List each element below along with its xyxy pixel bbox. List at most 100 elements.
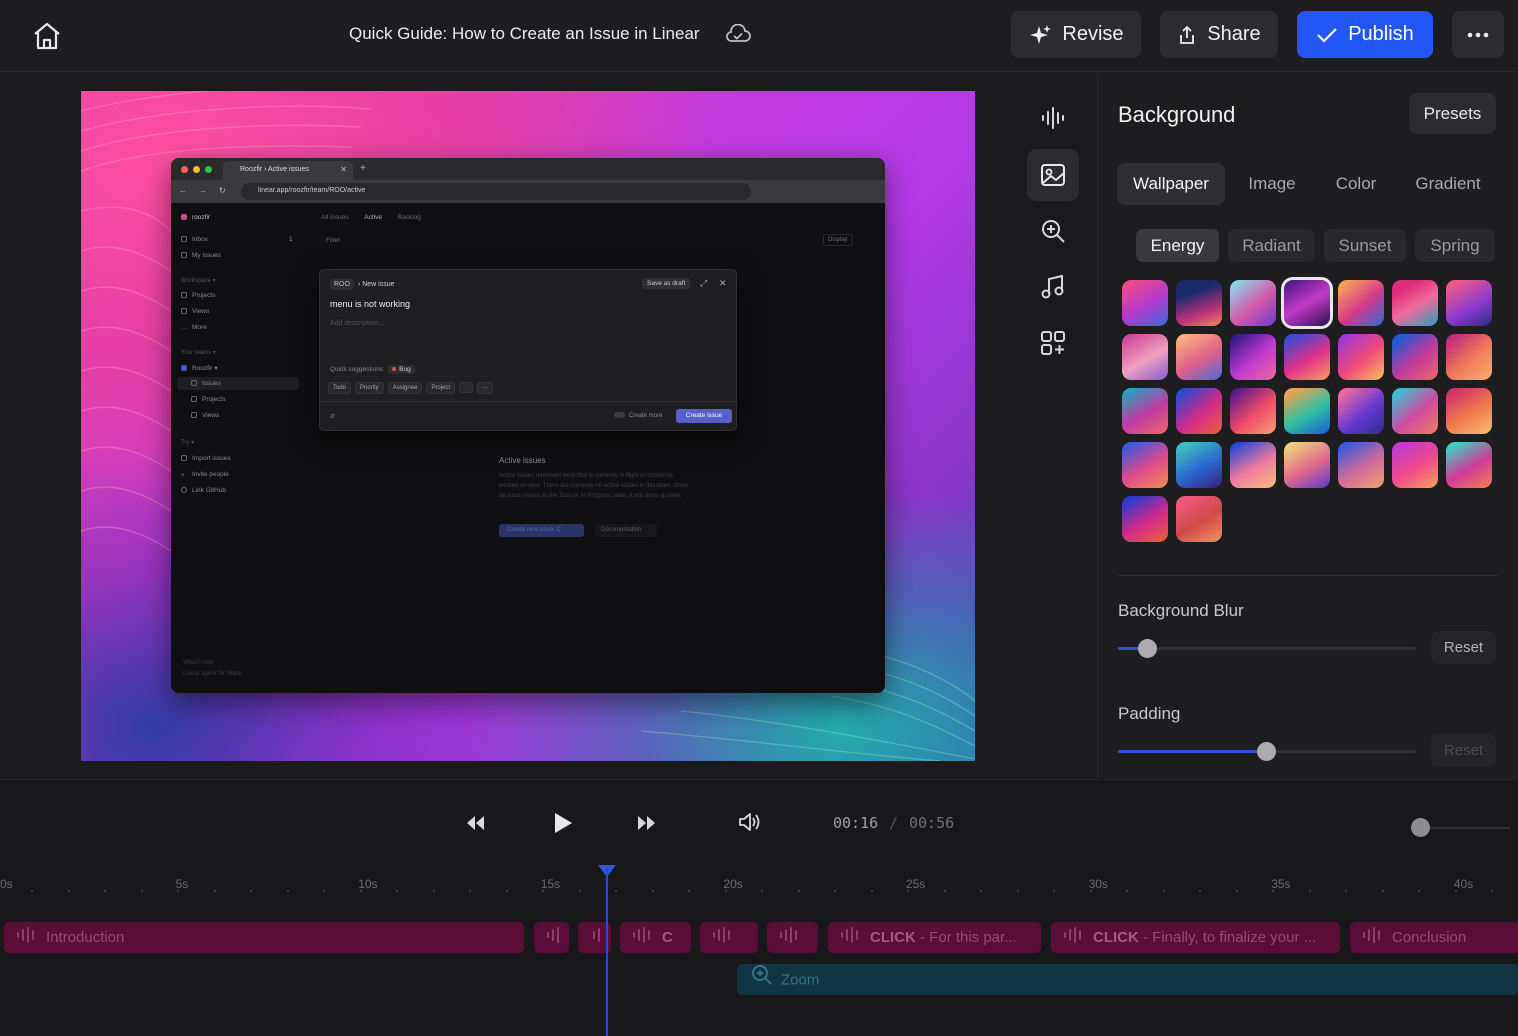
linear-app: roozfir Inbox 1 My issues Workspace ▾ Pro… [171, 203, 885, 693]
url-field: linear.app/roozfir/team/ROO/active [241, 183, 751, 200]
wallpaper-swatch[interactable] [1446, 442, 1492, 488]
volume-icon[interactable] [738, 811, 762, 838]
wallpaper-swatch[interactable] [1176, 388, 1222, 434]
clip-click-1[interactable]: CLICK - For this par... [828, 922, 1041, 953]
wallpaper-swatch[interactable] [1122, 334, 1168, 380]
wallpaper-swatch[interactable] [1230, 334, 1276, 380]
video-canvas[interactable]: Roozfir › Active issues ✕ + ← → ↻ linear… [81, 91, 975, 761]
wallpaper-swatch[interactable] [1284, 442, 1330, 488]
wallpaper-swatch[interactable] [1122, 388, 1168, 434]
wallpaper-swatch[interactable] [1338, 388, 1384, 434]
fast-forward-icon[interactable] [637, 815, 657, 836]
more-options-button[interactable] [1452, 11, 1504, 58]
view-tabs: All issues Active Backlog [321, 214, 421, 221]
wallpaper-swatch[interactable] [1122, 280, 1168, 326]
wallpaper-swatch[interactable] [1122, 442, 1168, 488]
ruler-label: 5s [175, 877, 189, 891]
background-tool-button[interactable] [1027, 149, 1079, 201]
timeline-zoom-knob[interactable] [1411, 818, 1430, 837]
wallpaper-swatch[interactable] [1446, 334, 1492, 380]
clip-6[interactable] [767, 922, 818, 953]
padding-slider-knob[interactable] [1257, 742, 1276, 761]
minimize-dot [193, 166, 200, 173]
chip-spring[interactable]: Spring [1415, 229, 1495, 262]
playhead[interactable] [606, 868, 608, 1036]
tab-close-icon: ✕ [340, 165, 347, 174]
rewind-icon[interactable] [465, 815, 485, 836]
wallpaper-swatch[interactable] [1284, 388, 1330, 434]
ruler-tick [1235, 890, 1238, 892]
wallpaper-swatch[interactable] [1446, 280, 1492, 326]
project-title[interactable]: Quick Guide: How to Create an Issue in L… [349, 24, 700, 44]
padding-slider-fill [1118, 750, 1267, 753]
play-icon[interactable] [552, 811, 574, 840]
ruler-label: 25s [906, 877, 926, 891]
ruler-tick [907, 890, 909, 892]
wallpaper-swatch[interactable] [1392, 442, 1438, 488]
clip-click-2[interactable]: CLICK - Finally, to finalize your ... [1051, 922, 1340, 953]
zoom-clip[interactable]: Zoom [737, 964, 1518, 995]
tab-wallpaper[interactable]: Wallpaper [1117, 163, 1225, 205]
revise-button[interactable]: Revise [1011, 11, 1141, 58]
presets-button[interactable]: Presets [1409, 93, 1496, 134]
wallpaper-swatch[interactable] [1122, 496, 1168, 542]
ruler-tick [1308, 890, 1311, 892]
wallpaper-swatch[interactable] [1446, 388, 1492, 434]
priority-prop: Priority [355, 382, 384, 394]
clip-c[interactable]: C [620, 922, 691, 953]
wallpaper-swatch[interactable] [1281, 277, 1333, 329]
wallpaper-swatch[interactable] [1392, 334, 1438, 380]
clip-2[interactable] [534, 922, 569, 953]
wallpaper-swatch[interactable] [1230, 442, 1276, 488]
wallpaper-swatch[interactable] [1176, 280, 1222, 326]
ruler-label: 40s [1453, 877, 1474, 891]
zoom-tool-button[interactable] [1027, 205, 1079, 257]
share-button[interactable]: Share [1160, 11, 1278, 58]
tab-color[interactable]: Color [1320, 163, 1392, 205]
wallpaper-swatch[interactable] [1338, 334, 1384, 380]
audio-tool-button[interactable] [1027, 92, 1079, 144]
blur-reset-button[interactable]: Reset [1431, 631, 1496, 664]
sidebar-try-section: Try ▾ [181, 440, 195, 446]
wallpaper-swatch[interactable] [1338, 442, 1384, 488]
clip-5[interactable] [700, 922, 758, 953]
image-icon [1041, 164, 1065, 186]
wallpaper-swatch[interactable] [1176, 334, 1222, 380]
timeline-zoom-slider[interactable] [1420, 827, 1510, 829]
chip-sunset[interactable]: Sunset [1324, 229, 1406, 262]
wallpaper-swatch[interactable] [1392, 280, 1438, 326]
publish-button[interactable]: Publish [1297, 11, 1433, 58]
wallpaper-swatch[interactable] [1176, 442, 1222, 488]
clip-conclusion[interactable]: Conclusion [1350, 922, 1518, 953]
ruler-tick [797, 890, 800, 892]
wallpaper-swatch[interactable] [1284, 334, 1330, 380]
ruler-label: 10s [358, 877, 378, 891]
ruler-tick [1162, 890, 1165, 892]
elements-tool-button[interactable] [1027, 317, 1079, 369]
blur-slider-knob[interactable] [1137, 639, 1157, 658]
padding-reset-button[interactable]: Reset [1431, 734, 1496, 767]
home-icon[interactable] [30, 20, 64, 52]
clip-introduction[interactable]: Introduction [4, 922, 524, 953]
ruler-tick [1381, 890, 1384, 892]
ruler-tick [1454, 890, 1457, 892]
wallpaper-swatch[interactable] [1230, 280, 1276, 326]
current-time: 00:16 [833, 814, 879, 832]
ruler-label: 20s [723, 877, 743, 891]
tab-gradient[interactable]: Gradient [1406, 163, 1490, 205]
padding-slider[interactable] [1118, 742, 1416, 761]
wallpaper-swatch[interactable] [1338, 280, 1384, 326]
create-issue-button: Create issue [676, 409, 732, 423]
tab-image[interactable]: Image [1236, 163, 1308, 205]
music-tool-button[interactable] [1027, 261, 1079, 313]
wallpaper-swatch[interactable] [1176, 496, 1222, 542]
sidebar-my-issues: My issues [181, 252, 221, 259]
chip-energy[interactable]: Energy [1136, 229, 1219, 262]
wallpaper-swatch[interactable] [1230, 388, 1276, 434]
ruler-tick [761, 890, 763, 892]
chip-radiant[interactable]: Radiant [1228, 229, 1315, 262]
wallpaper-swatch[interactable] [1392, 388, 1438, 434]
blur-slider[interactable] [1118, 639, 1416, 658]
sidebar-projects: Projects [181, 292, 215, 299]
whats-new: What's new Linear agent for Slack [183, 660, 242, 677]
